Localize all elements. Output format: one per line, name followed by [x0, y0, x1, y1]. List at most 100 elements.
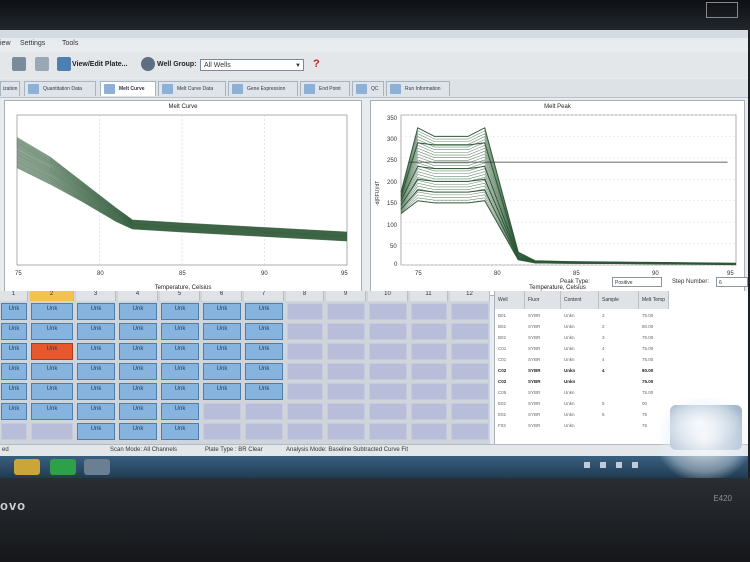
table-header[interactable]: Fluor [525, 291, 561, 309]
help-icon[interactable]: ? [313, 58, 320, 70]
table-cell[interactable]: 4 [599, 366, 639, 376]
table-cell[interactable]: 5 [599, 399, 639, 409]
plate-well[interactable] [369, 343, 407, 360]
plate-well[interactable] [451, 363, 489, 380]
table-cell[interactable]: SYBR [525, 355, 561, 365]
plate-well[interactable] [411, 343, 447, 360]
plate-well[interactable] [451, 423, 489, 440]
tray-icon[interactable] [616, 462, 622, 468]
plate-well[interactable]: Unk [203, 383, 241, 400]
plate-well[interactable] [203, 403, 241, 420]
plate-well[interactable] [287, 303, 323, 320]
table-cell[interactable]: E02 [495, 410, 525, 420]
tray-icon[interactable] [600, 462, 606, 468]
column-header[interactable]: 11 [410, 291, 448, 301]
plate-well[interactable]: Unk [161, 303, 199, 320]
table-cell[interactable] [599, 421, 639, 431]
plate-well[interactable]: Unk [1, 343, 27, 360]
explorer-icon[interactable] [14, 459, 40, 475]
plate-well[interactable]: Unk [77, 383, 115, 400]
plate-well[interactable] [287, 423, 323, 440]
table-cell[interactable]: SYBR [525, 344, 561, 354]
table-cell[interactable]: 75.00 [639, 333, 669, 343]
table-cell[interactable] [599, 377, 639, 387]
plate-well[interactable]: Unk [161, 423, 199, 440]
plate-well[interactable]: Unk [77, 323, 115, 340]
menu-tools[interactable]: Tools [62, 40, 78, 47]
plate-well[interactable]: Unk [203, 323, 241, 340]
plate-well[interactable] [451, 403, 489, 420]
table-cell[interactable]: SYBR [525, 399, 561, 409]
table-cell[interactable]: 2 [599, 311, 639, 321]
plate-well[interactable] [327, 423, 365, 440]
column-header[interactable]: 3 [76, 291, 116, 301]
plate-well[interactable]: Unk [31, 323, 73, 340]
plate-well[interactable] [327, 323, 365, 340]
plate-well[interactable] [451, 343, 489, 360]
plate-well[interactable]: Unk [31, 363, 73, 380]
plate-well[interactable]: Unk [77, 403, 115, 420]
plate-well[interactable] [245, 403, 283, 420]
tab-run-information[interactable]: Run Information [386, 81, 450, 96]
plate-well[interactable] [411, 403, 447, 420]
plate-well[interactable]: Unk [161, 343, 199, 360]
column-header[interactable]: 4 [118, 291, 158, 301]
plate-well[interactable]: Unk [1, 383, 27, 400]
column-header[interactable]: 9 [326, 291, 366, 301]
plate-well[interactable]: Unk [31, 383, 73, 400]
plate-well[interactable]: Unk [1, 403, 27, 420]
table-cell[interactable]: Unkn [561, 388, 599, 398]
table-cell[interactable]: SYBR [525, 333, 561, 343]
save-icon[interactable] [12, 57, 26, 71]
app-icon[interactable] [50, 459, 76, 475]
table-cell[interactable]: SYBR [525, 410, 561, 420]
plate-well[interactable] [411, 363, 447, 380]
menu-settings[interactable]: Settings [20, 40, 45, 47]
plate-well[interactable]: Unk [245, 363, 283, 380]
tab-melt-curve[interactable]: Melt Curve [100, 81, 156, 96]
plate-well[interactable] [451, 383, 489, 400]
table-header[interactable]: Sample [599, 291, 639, 309]
plate-well[interactable] [287, 383, 323, 400]
column-header[interactable]: 6 [202, 291, 242, 301]
tab-melt-curve-data[interactable]: Melt Curve Data [158, 81, 226, 96]
table-cell[interactable]: 75.00 [639, 377, 669, 387]
table-cell[interactable]: Unkn [561, 333, 599, 343]
plate-well[interactable]: Unk [77, 423, 115, 440]
plate-well[interactable]: Unk [1, 323, 27, 340]
tab-qc[interactable]: QC [352, 81, 384, 96]
plate-well[interactable]: Unk [119, 383, 157, 400]
plate-well[interactable]: Unk [119, 303, 157, 320]
plate-well[interactable] [245, 423, 283, 440]
plate-well[interactable] [287, 323, 323, 340]
table-cell[interactable]: Unkn [561, 421, 599, 431]
menu-view[interactable]: iew [0, 40, 11, 47]
column-header[interactable]: 5 [160, 291, 200, 301]
plate-well[interactable] [327, 403, 365, 420]
table-cell[interactable]: SYBR [525, 366, 561, 376]
plate-well[interactable]: Unk [203, 303, 241, 320]
plate-well[interactable] [327, 363, 365, 380]
plate-well[interactable] [411, 303, 447, 320]
print-icon[interactable] [35, 57, 49, 71]
column-header[interactable]: 2 [30, 291, 74, 301]
plate-well[interactable] [1, 423, 27, 440]
cfx-icon[interactable] [84, 459, 110, 475]
view-edit-plate-button[interactable]: View/Edit Plate... [72, 61, 128, 68]
table-cell[interactable]: E02 [495, 399, 525, 409]
table-cell[interactable]: 4 [599, 344, 639, 354]
plate-well[interactable]: Unk [77, 363, 115, 380]
plate-well[interactable]: Unk [203, 343, 241, 360]
plate-well[interactable]: Unk [161, 323, 199, 340]
plate-well[interactable]: Unk [245, 323, 283, 340]
table-header[interactable]: Melt Temp [639, 291, 669, 309]
tray-icon[interactable] [584, 462, 590, 468]
plate-well[interactable] [451, 303, 489, 320]
plate-well[interactable] [31, 423, 73, 440]
tab-end-point[interactable]: End Point [300, 81, 350, 96]
plate-well[interactable]: Unk [31, 303, 73, 320]
plate-well[interactable]: Unk [77, 303, 115, 320]
table-cell[interactable]: B02 [495, 333, 525, 343]
plate-icon[interactable] [57, 57, 71, 71]
plate-well[interactable] [327, 303, 365, 320]
